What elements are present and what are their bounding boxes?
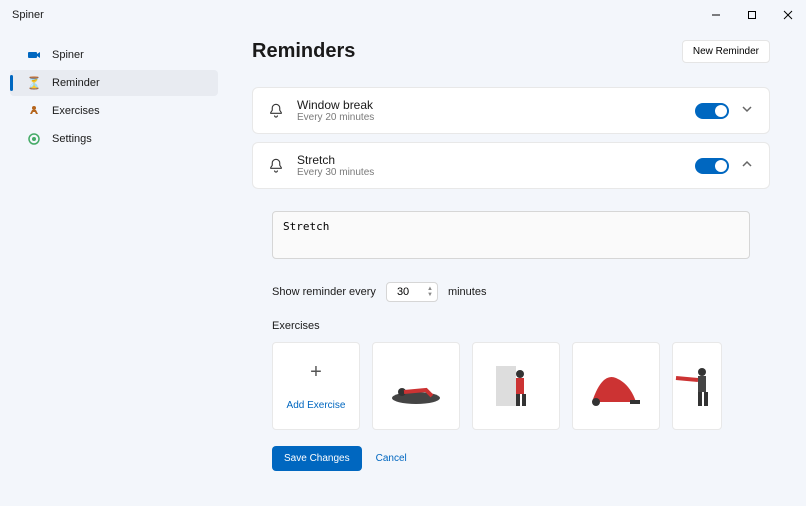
page-title: Reminders — [252, 40, 355, 63]
reminder-subtitle: Every 30 minutes — [297, 167, 683, 178]
reminder-toggle[interactable] — [695, 103, 729, 119]
save-button[interactable]: Save Changes — [272, 446, 362, 471]
exercise-thumbnail-icon — [382, 362, 450, 410]
sidebar-item-reminder[interactable]: ⏳ Reminder — [10, 70, 218, 96]
exercise-thumbnail-icon — [663, 362, 731, 410]
sidebar-item-spiner[interactable]: Spiner — [10, 42, 218, 68]
reminder-editor: Show reminder every ▲▼ minutes Exercises… — [252, 197, 770, 475]
exercise-list: + Add Exercise — [272, 342, 750, 430]
cancel-button[interactable]: Cancel — [376, 446, 407, 471]
window-controls — [698, 0, 806, 30]
exercise-card[interactable] — [372, 342, 460, 430]
reminder-title: Stretch — [297, 153, 683, 167]
reminder-header[interactable]: Window break Every 20 minutes — [253, 88, 769, 133]
reminder-title: Window break — [297, 98, 683, 112]
add-exercise-label: Add Exercise — [287, 400, 346, 411]
reminder-toggle[interactable] — [695, 158, 729, 174]
bell-icon — [267, 102, 285, 120]
hourglass-icon: ⏳ — [26, 75, 42, 91]
stepper-arrows[interactable]: ▲▼ — [427, 286, 433, 298]
exercise-icon — [26, 103, 42, 119]
sidebar-item-label: Reminder — [52, 77, 100, 89]
titlebar: Spiner — [0, 0, 806, 30]
chevron-down-icon — [741, 103, 755, 118]
sidebar-item-label: Spiner — [52, 49, 84, 61]
sidebar-item-label: Settings — [52, 133, 92, 145]
exercise-card[interactable] — [672, 342, 722, 430]
reminder-subtitle: Every 20 minutes — [297, 112, 683, 123]
plus-icon: + — [310, 361, 322, 384]
sidebar-item-settings[interactable]: Settings — [10, 126, 218, 152]
minimize-button[interactable] — [698, 0, 734, 30]
new-reminder-button[interactable]: New Reminder — [682, 40, 770, 63]
camera-icon — [26, 47, 42, 63]
exercises-label: Exercises — [272, 320, 750, 332]
exercise-card[interactable] — [472, 342, 560, 430]
exercise-thumbnail-icon — [582, 362, 650, 410]
interval-stepper[interactable]: ▲▼ — [386, 282, 438, 302]
app-title: Spiner — [12, 9, 44, 21]
sidebar-item-label: Exercises — [52, 105, 100, 117]
interval-label-post: minutes — [448, 286, 487, 298]
reminder-card: Window break Every 20 minutes — [252, 87, 770, 134]
exercise-thumbnail-icon — [482, 362, 550, 410]
gear-icon — [26, 131, 42, 147]
bell-icon — [267, 157, 285, 175]
main-content: Reminders New Reminder Window break Ever… — [228, 30, 806, 506]
sidebar: Spiner ⏳ Reminder Exercises Settings — [0, 30, 228, 506]
add-exercise-card[interactable]: + Add Exercise — [272, 342, 360, 430]
interval-label-pre: Show reminder every — [272, 286, 376, 298]
interval-value[interactable] — [397, 286, 417, 298]
reminder-name-input[interactable] — [272, 211, 750, 259]
maximize-button[interactable] — [734, 0, 770, 30]
reminder-card: Stretch Every 30 minutes — [252, 142, 770, 189]
sidebar-item-exercises[interactable]: Exercises — [10, 98, 218, 124]
chevron-up-icon — [741, 158, 755, 173]
exercise-card[interactable] — [572, 342, 660, 430]
reminder-header[interactable]: Stretch Every 30 minutes — [253, 143, 769, 188]
close-button[interactable] — [770, 0, 806, 30]
